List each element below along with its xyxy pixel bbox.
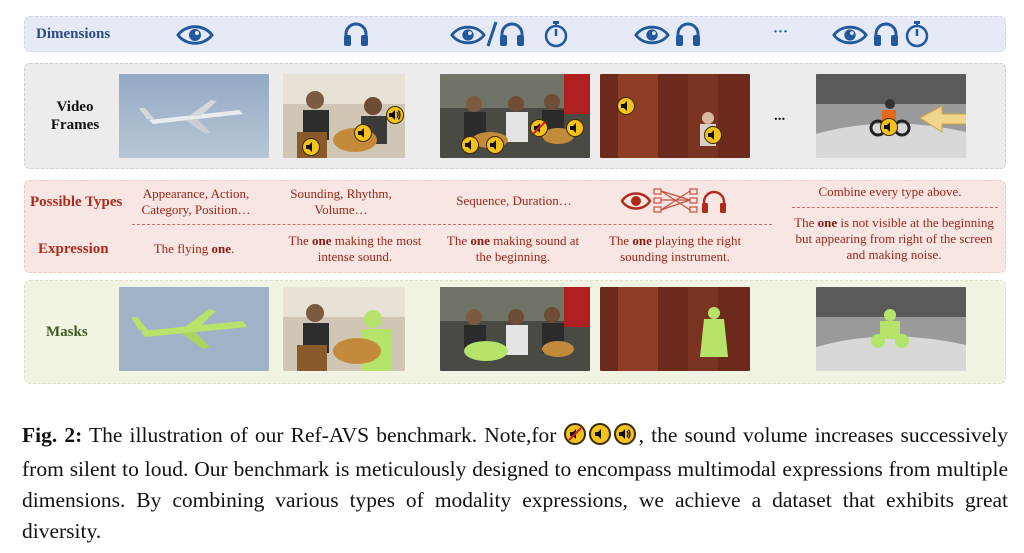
mask-frame-dirt-bike	[816, 287, 966, 371]
possible-type-2: Sounding, Rhythm, Volume…	[290, 186, 392, 217]
volume-low-icon	[617, 97, 635, 115]
expression-2: The one making the most intense sound.	[288, 233, 422, 264]
mask-frame-cajon-guitar	[283, 287, 433, 371]
volume-loud-icon	[386, 106, 404, 124]
mask-frame-trio	[440, 287, 590, 371]
headphones-icon	[342, 20, 370, 48]
mask-frame-airplane	[119, 287, 269, 371]
dimensions-label: Dimensions	[36, 26, 111, 42]
expression-5: The one is not visible at the beginning …	[794, 215, 994, 262]
headphones-icon	[498, 20, 526, 48]
expression-label: Expression	[38, 241, 109, 257]
figure-caption: Fig. 2: The illustration of our Ref-AVS …	[22, 420, 1008, 547]
video-frame-airplane	[119, 74, 269, 158]
video-frames-label: Video Frames	[50, 99, 100, 133]
multimodal-fusion-icon	[620, 186, 730, 216]
volume-low-icon	[302, 138, 320, 156]
caption-text-start: The illustration of our Ref-AVS benchmar…	[82, 423, 564, 447]
slash-separator	[486, 20, 498, 48]
expression-3: The one making sound at the beginning.	[446, 233, 580, 264]
stopwatch-icon	[904, 19, 930, 49]
caption-volume-icons	[563, 423, 639, 454]
volume-low-icon	[461, 136, 479, 154]
caption-label: Fig. 2:	[22, 423, 83, 447]
volume-low-icon	[588, 423, 611, 445]
possible-type-5: Combine every type above.	[818, 184, 962, 199]
volume-low-icon	[486, 136, 504, 154]
volume-low-icon	[354, 124, 372, 142]
volume-low-icon	[704, 126, 722, 144]
dimensions-ellipsis: ···	[773, 24, 789, 40]
volume-low-icon	[880, 118, 898, 136]
headphones-icon	[674, 20, 702, 48]
combine-divider	[792, 207, 998, 208]
expression-4: The one playing the right sounding instr…	[608, 233, 742, 264]
masks-label: Masks	[46, 324, 88, 340]
volume-loud-icon	[613, 423, 636, 445]
volume-muted-icon	[563, 423, 586, 445]
eye-icon	[450, 23, 486, 47]
types-expression-divider	[132, 224, 772, 225]
volume-low-icon	[566, 119, 584, 137]
mask-frame-violinist	[600, 287, 750, 371]
video-frame-violinist	[600, 74, 750, 158]
expression-1: The flying one.	[153, 241, 235, 256]
eye-icon	[832, 23, 868, 47]
volume-muted-icon	[530, 119, 548, 137]
headphones-icon	[872, 20, 900, 48]
possible-type-1: Appearance, Action, Category, Position…	[141, 186, 251, 217]
frames-ellipsis: ...	[774, 108, 786, 124]
possible-types-label: Possible Types	[30, 194, 123, 210]
video-frame-dirt-bike	[816, 74, 966, 158]
eye-icon	[176, 23, 214, 47]
eye-icon	[634, 23, 670, 47]
possible-type-3: Sequence, Duration…	[456, 193, 572, 208]
stopwatch-icon	[543, 19, 569, 49]
